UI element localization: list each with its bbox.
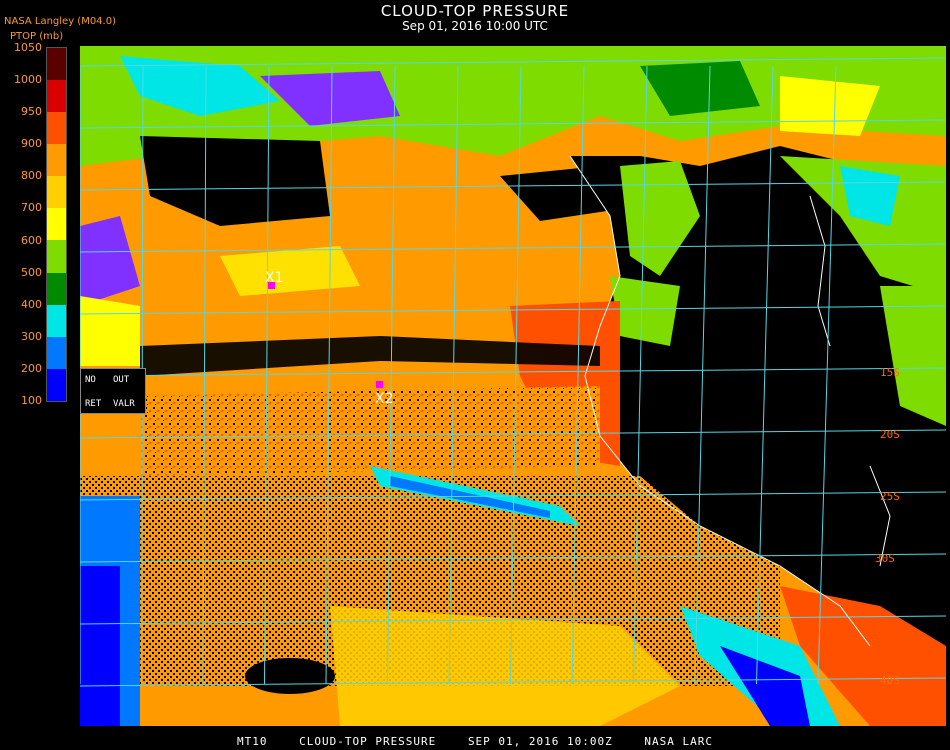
- footer-date: SEP 01, 2016 10:00Z: [467, 735, 613, 748]
- status-ret: RET: [85, 399, 102, 409]
- status-valr: VALR: [113, 399, 135, 409]
- map-canvas: 15S 20S 25S 30S 40S X1 X2: [80, 46, 946, 726]
- legend-tick-label: 600: [21, 233, 42, 247]
- legend-tick-label: 900: [21, 137, 42, 151]
- marker-x1-label: X1: [265, 270, 284, 286]
- footer-bar: MT10 CLOUD-TOP PRESSURE SEP 01, 2016 10:…: [0, 735, 950, 748]
- legend-tick-label: 400: [21, 297, 42, 311]
- source-label: NASA Langley (M04.0): [4, 16, 116, 27]
- marker-x2-label: X2: [375, 391, 394, 407]
- legend-tick-label: 300: [21, 329, 42, 343]
- legend-swatch: [47, 304, 66, 337]
- land-cloud-coast: [610, 276, 680, 346]
- clear-eddy-south: [245, 658, 335, 694]
- legend-tick-label: 700: [21, 201, 42, 215]
- legend-swatch: [47, 80, 66, 113]
- color-legend: [46, 47, 67, 402]
- legend-tick-label: 1050: [14, 41, 42, 54]
- legend-swatch: [47, 144, 66, 177]
- lat-label-40s: 40S: [880, 674, 900, 687]
- legend-swatch: [47, 208, 66, 241]
- legend-tick-label: 100: [21, 394, 42, 407]
- marker-x2[interactable]: [376, 381, 383, 388]
- footer-product: MT10: [236, 735, 268, 748]
- lat-label-25s: 25S: [880, 490, 900, 503]
- footer-name: CLOUD-TOP PRESSURE: [299, 735, 437, 748]
- page-title: CLOUD-TOP PRESSURE: [380, 2, 570, 20]
- legend-swatch: [47, 48, 66, 81]
- legend-tick-label: 1000: [14, 73, 42, 87]
- legend-swatch: [47, 240, 66, 273]
- lat-label-20s: 20S: [880, 428, 900, 441]
- satellite-map[interactable]: 15S 20S 25S 30S 40S X1 X2: [80, 46, 946, 726]
- legend-swatch: [47, 368, 66, 401]
- lat-label-30s: 30S: [875, 552, 895, 565]
- high-cloud-west-core: [80, 566, 120, 726]
- legend-tick-label: 950: [21, 105, 42, 119]
- lat-label-15s: 15S: [880, 366, 900, 379]
- status-out: OUT: [113, 375, 130, 385]
- legend-swatch: [47, 112, 66, 145]
- footer-org: NASA LARC: [644, 735, 714, 748]
- cloud-patch-yellow-w: [80, 296, 140, 366]
- legend-swatch: [47, 176, 66, 209]
- legend-tick-label: 500: [21, 265, 42, 279]
- datetime-label: Sep 01, 2016 10:00 UTC: [402, 19, 548, 33]
- legend-swatch: [47, 272, 66, 305]
- legend-tick-label: 200: [21, 361, 42, 375]
- legend-tick-label: 800: [21, 169, 42, 183]
- broken-cloud-zone-1: [140, 386, 600, 476]
- status-legend-box: NO OUT RET VALR: [80, 368, 146, 414]
- status-no: NO: [85, 375, 96, 385]
- legend-swatch: [47, 336, 66, 369]
